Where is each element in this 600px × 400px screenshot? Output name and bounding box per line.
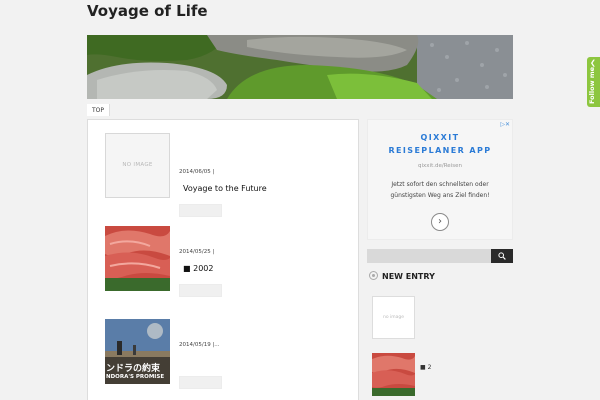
search-icon bbox=[498, 252, 506, 260]
post-list: NO IMAGE 2014/06/05 | Voyage to the Futu… bbox=[87, 119, 359, 400]
post-date: 2014/06/05 | bbox=[179, 169, 215, 175]
search-button[interactable] bbox=[491, 249, 513, 263]
post-more-button[interactable] bbox=[179, 376, 222, 389]
poster-title-en: NDORA'S PROMISE bbox=[106, 374, 165, 380]
ad-arrow-icon[interactable]: › bbox=[431, 213, 449, 231]
tuna-image bbox=[105, 226, 170, 291]
new-entry-thumbnail[interactable] bbox=[372, 353, 415, 396]
site-title[interactable]: Voyage of Life bbox=[87, 2, 208, 20]
header-image bbox=[87, 35, 513, 99]
new-entry-title[interactable]: ■ 2 bbox=[420, 364, 431, 371]
post-date: 2014/05/19 |... bbox=[179, 342, 220, 348]
post-thumbnail[interactable]: ンドラの約束 NDORA'S PROMISE bbox=[105, 319, 170, 384]
ad-text: Jetzt sofort den schnellsten oder günsti… bbox=[390, 181, 490, 199]
breadcrumb-top[interactable]: TOP bbox=[87, 104, 111, 116]
feedly-icon: ❮ bbox=[590, 59, 596, 67]
no-image-label: NO IMAGE bbox=[122, 162, 153, 168]
new-entry-heading-text: NEW ENTRY bbox=[382, 272, 435, 281]
no-image-label: no image bbox=[382, 315, 405, 320]
ad-banner[interactable]: ▷✕ QIXXIT REISEPLANER APP qixxit.de/Reis… bbox=[367, 119, 513, 240]
new-entry-heading: NEW ENTRY bbox=[369, 271, 435, 281]
post-thumbnail[interactable]: NO IMAGE bbox=[105, 133, 170, 198]
follow-me-tab[interactable]: ❮ Follow me bbox=[587, 57, 600, 107]
post-thumbnail[interactable] bbox=[105, 226, 170, 291]
ad-title-line2: REISEPLANER APP bbox=[388, 146, 492, 155]
bullet-icon bbox=[369, 271, 378, 280]
search-form bbox=[367, 249, 513, 263]
ad-title: QIXXIT REISEPLANER APP bbox=[368, 131, 512, 157]
post-title[interactable]: Voyage to the Future bbox=[179, 182, 271, 195]
follow-me-label: Follow me bbox=[588, 66, 596, 104]
post-title[interactable]: ■ 2002 bbox=[179, 262, 218, 275]
new-entry-thumbnail[interactable]: no image bbox=[372, 296, 415, 339]
ad-title-line1: QIXXIT bbox=[420, 133, 460, 142]
ad-url: qixxit.de/Reisen bbox=[418, 163, 462, 169]
search-input[interactable] bbox=[367, 249, 491, 263]
ad-close-icon[interactable]: ▷✕ bbox=[500, 121, 510, 128]
tuna-image bbox=[372, 353, 415, 396]
poster-title-jp: ンドラの約束 bbox=[106, 364, 161, 374]
post-more-button[interactable] bbox=[179, 284, 222, 297]
post-more-button[interactable] bbox=[179, 204, 222, 217]
post-date: 2014/05/25 | bbox=[179, 249, 215, 255]
